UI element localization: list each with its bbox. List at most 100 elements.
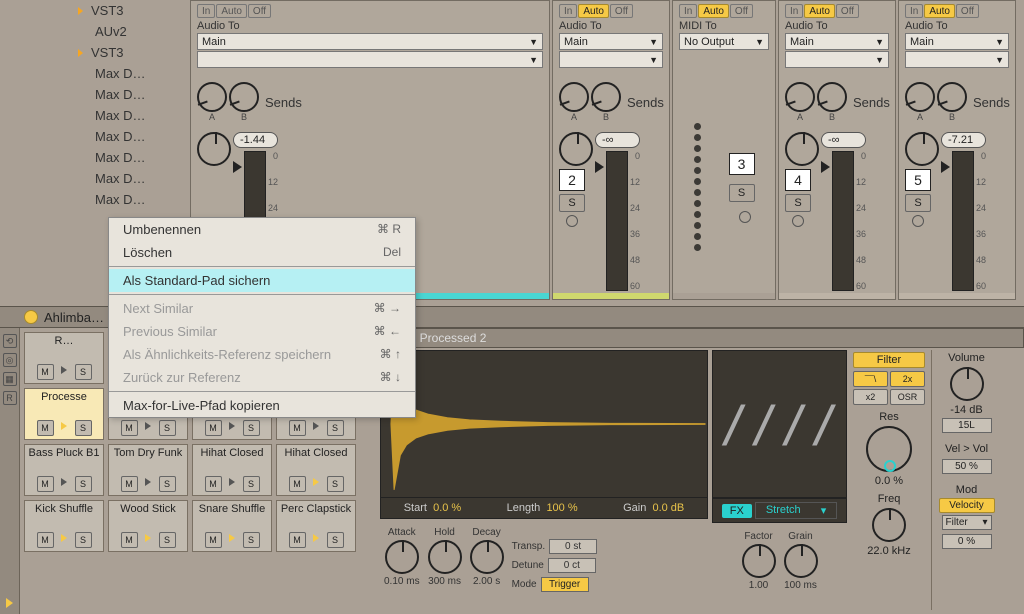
pad-solo-button[interactable]: S: [327, 532, 344, 548]
io-monitor-button[interactable]: In: [905, 4, 923, 18]
io-destination-select[interactable]: No Output▼: [679, 33, 769, 50]
browser-item[interactable]: Max D…: [78, 189, 178, 210]
pad-mute-button[interactable]: M: [37, 364, 54, 380]
send-b-dial[interactable]: [229, 82, 259, 112]
pad-play-icon[interactable]: [56, 420, 73, 436]
pad-play-icon[interactable]: [224, 476, 241, 492]
pad-play-icon[interactable]: [56, 476, 73, 492]
pad-play-icon[interactable]: [308, 476, 325, 492]
context-menu-item[interactable]: Previous Similar⌘ ←: [109, 320, 415, 343]
filter-lp-icon[interactable]: ⎺\: [853, 371, 888, 387]
arm-button[interactable]: [566, 215, 578, 227]
arm-button[interactable]: [792, 215, 804, 227]
io-monitor-button[interactable]: Auto: [578, 4, 609, 18]
pad-play-icon[interactable]: [56, 364, 73, 380]
drum-pad[interactable]: Hihat Closed M S: [276, 444, 356, 496]
fader-handle[interactable]: [233, 161, 242, 173]
send-b-dial[interactable]: [937, 82, 967, 112]
pad-solo-button[interactable]: S: [327, 476, 344, 492]
arm-button[interactable]: [912, 215, 924, 227]
io-monitor-button[interactable]: In: [679, 4, 697, 18]
pad-solo-button[interactable]: S: [159, 532, 176, 548]
device-chain-icon[interactable]: ◎: [3, 353, 17, 367]
send-b-dial[interactable]: [817, 82, 847, 112]
drum-pad[interactable]: R… M S: [24, 332, 104, 384]
track-number[interactable]: 5: [905, 169, 931, 191]
send-a-dial[interactable]: [559, 82, 589, 112]
drum-pad[interactable]: Perc Clapstick M S: [276, 500, 356, 552]
pad-play-icon[interactable]: [140, 476, 157, 492]
device-io-icon[interactable]: ⟲: [3, 334, 17, 348]
volume-value[interactable]: -1.44: [233, 132, 278, 148]
arm-button[interactable]: [739, 211, 751, 223]
io-channel-select[interactable]: ▼: [785, 51, 889, 68]
io-monitor-button[interactable]: Auto: [924, 4, 955, 18]
pad-mute-button[interactable]: M: [37, 532, 54, 548]
browser-item[interactable]: Max D…: [78, 84, 178, 105]
pad-solo-button[interactable]: S: [159, 420, 176, 436]
context-menu-item[interactable]: Als Ähnlichkeits-Referenz speichern⌘ ↑: [109, 343, 415, 366]
factor-dial[interactable]: [742, 544, 776, 578]
browser-item[interactable]: VST3: [78, 0, 178, 21]
pad-mute-button[interactable]: M: [121, 476, 138, 492]
drum-pad[interactable]: Hihat Closed M S: [192, 444, 272, 496]
pan-dial[interactable]: [785, 132, 819, 166]
pad-play-icon[interactable]: [308, 532, 325, 548]
pad-mute-button[interactable]: M: [205, 476, 222, 492]
waveform-display[interactable]: [380, 350, 708, 498]
io-monitor-button[interactable]: Off: [610, 4, 633, 18]
drum-pad[interactable]: Wood Stick M S: [108, 500, 188, 552]
pad-mute-button[interactable]: M: [37, 420, 54, 436]
pan-field[interactable]: 15L: [942, 418, 992, 433]
drum-pad[interactable]: Kick Shuffle M S: [24, 500, 104, 552]
mode-button[interactable]: Trigger: [541, 577, 589, 592]
pad-solo-button[interactable]: S: [75, 420, 92, 436]
track-number[interactable]: 2: [559, 169, 585, 191]
pad-play-icon[interactable]: [224, 532, 241, 548]
browser-item[interactable]: AUv2: [78, 21, 178, 42]
device-r-icon[interactable]: R: [3, 391, 17, 405]
volume-value[interactable]: -7.21: [941, 132, 986, 148]
mod-dest-select[interactable]: Filter▾: [942, 515, 992, 530]
context-menu-item[interactable]: Zurück zur Referenz⌘ ↓: [109, 366, 415, 389]
io-monitor-button[interactable]: Auto: [698, 4, 729, 18]
pan-dial[interactable]: [559, 132, 593, 166]
hold-dial[interactable]: [428, 540, 462, 574]
io-monitor-button[interactable]: Auto: [216, 4, 247, 18]
io-destination-select[interactable]: Main▼: [197, 33, 543, 50]
fader-handle[interactable]: [595, 161, 604, 173]
context-menu-item[interactable]: Max-for-Live-Pfad kopieren: [109, 394, 415, 417]
context-menu-item[interactable]: Umbenennen⌘ R: [109, 218, 415, 241]
browser-item[interactable]: Max D…: [78, 168, 178, 189]
pan-dial[interactable]: [197, 132, 231, 166]
filter-x2b-icon[interactable]: x2: [853, 389, 888, 405]
pad-mute-button[interactable]: M: [205, 420, 222, 436]
track-number[interactable]: 3: [729, 153, 755, 175]
solo-button[interactable]: S: [785, 194, 811, 212]
filter-x2-icon[interactable]: 2x: [890, 371, 925, 387]
fx-button[interactable]: FX: [722, 504, 752, 518]
pad-play-icon[interactable]: [224, 420, 241, 436]
io-monitor-button[interactable]: Auto: [804, 4, 835, 18]
io-channel-select[interactable]: ▼: [197, 51, 543, 68]
io-monitor-button[interactable]: In: [785, 4, 803, 18]
pad-solo-button[interactable]: S: [75, 476, 92, 492]
io-destination-select[interactable]: Main▼: [905, 33, 1009, 50]
io-destination-select[interactable]: Main▼: [559, 33, 663, 50]
pad-play-icon[interactable]: [308, 420, 325, 436]
fader-handle[interactable]: [821, 161, 830, 173]
mod-src-button[interactable]: Velocity: [939, 498, 995, 513]
pad-play-icon[interactable]: [56, 532, 73, 548]
detune-field[interactable]: 0 ct: [548, 558, 596, 573]
device-pad-icon[interactable]: ▦: [3, 372, 17, 386]
pad-mute-button[interactable]: M: [121, 532, 138, 548]
velvol-field[interactable]: 50 %: [942, 459, 992, 474]
pad-mute-button[interactable]: M: [289, 532, 306, 548]
drum-pad[interactable]: Processe M S: [24, 388, 104, 440]
browser-item[interactable]: Max D…: [78, 147, 178, 168]
track-number[interactable]: 4: [785, 169, 811, 191]
pad-solo-button[interactable]: S: [243, 532, 260, 548]
drum-pad[interactable]: Bass Pluck B1 M S: [24, 444, 104, 496]
pad-solo-button[interactable]: S: [243, 476, 260, 492]
volume-value[interactable]: -∞: [821, 132, 866, 148]
